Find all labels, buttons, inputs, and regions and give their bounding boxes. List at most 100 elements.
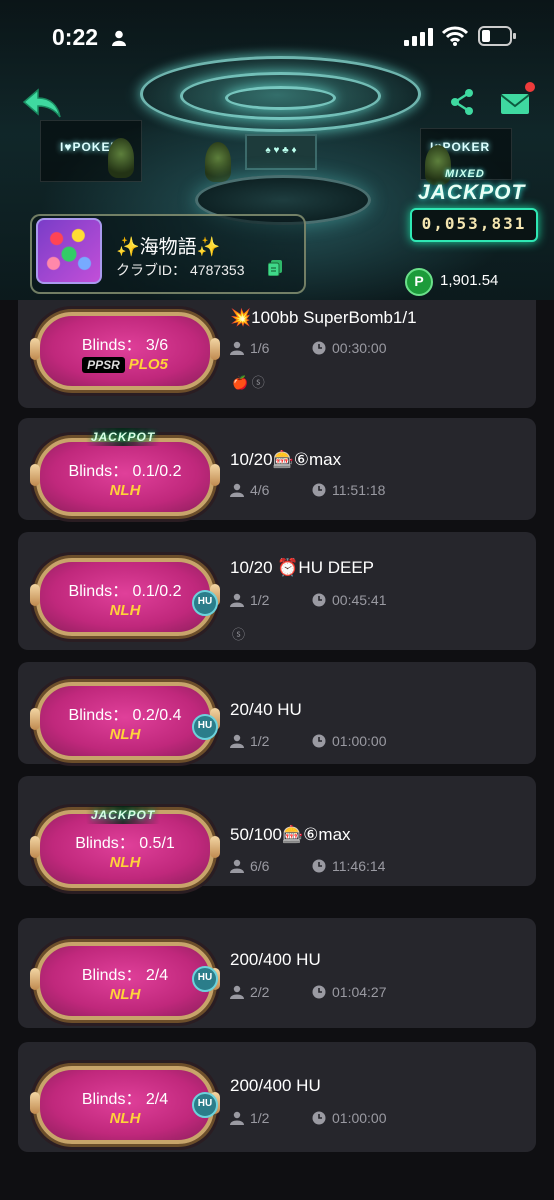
game-type: PPSR PLO5 bbox=[40, 356, 210, 373]
game-type-label: NLH bbox=[109, 1110, 141, 1127]
person-icon bbox=[230, 734, 244, 748]
table-list[interactable]: Blinds： 3/6 PPSR PLO5 💥100bb SuperBomb1/1… bbox=[0, 300, 554, 1200]
game-type-label: NLH bbox=[109, 986, 141, 1003]
clock-icon bbox=[312, 593, 326, 607]
blinds-badge: Blinds： 2/4 NLH bbox=[30, 942, 220, 1020]
share-icon[interactable] bbox=[449, 88, 475, 116]
badge-ornament bbox=[30, 708, 40, 730]
table-title: 200/400 HU bbox=[230, 1076, 321, 1095]
person-icon bbox=[230, 859, 244, 873]
blinds-label: Blinds： 0.1/0.2 bbox=[68, 583, 182, 600]
game-type-label: NLH bbox=[109, 482, 141, 499]
status-time: 0:22 bbox=[52, 24, 99, 50]
notification-dot bbox=[525, 82, 535, 92]
blinds-badge: Blinds： 0.1/0.2 NLH bbox=[30, 558, 220, 636]
table-title: 10/20🎰⑥max bbox=[230, 450, 342, 469]
jackpot-counter[interactable]: 0,053,831 bbox=[410, 208, 538, 242]
badge-ornament bbox=[210, 338, 220, 360]
blinds-badge: Blinds： 3/6 PPSR PLO5 bbox=[30, 312, 220, 390]
blinds-label: Blinds： 2/4 bbox=[81, 1091, 169, 1108]
person-icon bbox=[230, 593, 244, 607]
copy-icon[interactable] bbox=[268, 260, 282, 276]
ceiling-light-ring bbox=[225, 86, 336, 110]
person-icon bbox=[230, 483, 244, 497]
game-type-label: NLH bbox=[109, 726, 141, 743]
player-count: 1/2 bbox=[250, 592, 270, 608]
table-time: 00:30:00 bbox=[332, 340, 387, 356]
blinds-badge: Blinds： 2/4 NLH bbox=[30, 1066, 220, 1144]
club-avatar[interactable] bbox=[36, 218, 102, 284]
clock-icon bbox=[312, 341, 326, 355]
table-title: 200/400 HU bbox=[230, 950, 321, 969]
badge-ornament bbox=[30, 464, 40, 486]
heads-up-badge: HU bbox=[192, 590, 218, 616]
status-bar: 0:22 bbox=[0, 0, 554, 70]
table-meta: 2/2 01:04:27 bbox=[230, 984, 387, 1000]
table-time: 11:51:18 bbox=[332, 482, 386, 498]
blinds-label: Blinds： 0.1/0.2 bbox=[68, 463, 182, 480]
badge-ornament bbox=[30, 836, 40, 858]
table-time: 00:45:41 bbox=[332, 592, 387, 608]
player-count: 4/6 bbox=[250, 482, 270, 498]
jackpot-tag: JACKPOT bbox=[86, 806, 160, 824]
table-title: 50/100🎰⑥max bbox=[230, 825, 351, 844]
clock-icon bbox=[312, 483, 326, 497]
jackpot-mixed-label: MIXED bbox=[445, 168, 485, 180]
player-count: 2/2 bbox=[250, 984, 270, 1000]
game-type-label: NLH bbox=[109, 602, 141, 619]
mail-icon[interactable] bbox=[500, 92, 530, 116]
blinds-badge: Blinds： 0.2/0.4 NLH bbox=[30, 682, 220, 760]
badge-ornament bbox=[210, 464, 220, 486]
jackpot-tag: JACKPOT bbox=[86, 428, 160, 446]
badge-ornament bbox=[30, 584, 40, 606]
badge-ornament bbox=[30, 1092, 40, 1114]
blinds-badge: Blinds： 0.1/0.2 NLH bbox=[30, 438, 220, 516]
club-id-value: 4787353 bbox=[190, 262, 245, 278]
back-arrow-icon[interactable] bbox=[22, 86, 62, 120]
clock-icon bbox=[312, 1111, 326, 1125]
table-tags: ⓢ bbox=[232, 627, 246, 642]
battery-icon bbox=[478, 26, 516, 46]
club-id-label: クラブID： bbox=[116, 262, 186, 278]
blinds-label: Blinds： 2/4 bbox=[81, 967, 169, 984]
table-time: 11:46:14 bbox=[332, 858, 386, 874]
player-count: 1/2 bbox=[250, 1110, 270, 1126]
table-meta: 4/6 11:51:18 bbox=[230, 482, 385, 498]
table-time: 01:00:00 bbox=[332, 733, 387, 749]
player-count: 6/6 bbox=[250, 858, 270, 874]
table-meta: 1/2 00:45:41 bbox=[230, 592, 387, 608]
plant-decoration bbox=[205, 142, 231, 182]
table-tags: 🍎 ⓢ bbox=[232, 375, 265, 390]
club-id: クラブID： 4787353 bbox=[116, 260, 245, 280]
badge-ornament bbox=[30, 968, 40, 990]
person-icon bbox=[230, 985, 244, 999]
wall-screen: ♠ ♥ ♣ ♦ bbox=[245, 134, 317, 170]
player-count: 1/6 bbox=[250, 340, 270, 356]
blinds-label: Blinds： 0.2/0.4 bbox=[68, 707, 182, 724]
person-icon bbox=[230, 341, 244, 355]
cellular-signal-icon bbox=[404, 28, 433, 46]
clock-icon bbox=[312, 985, 326, 999]
game-type-label: NLH bbox=[109, 854, 141, 871]
heads-up-badge: HU bbox=[192, 966, 218, 992]
clock-icon bbox=[312, 734, 326, 748]
club-name: ✨海物語✨ bbox=[116, 237, 221, 258]
badge-ornament bbox=[210, 836, 220, 858]
plant-decoration bbox=[108, 138, 134, 178]
table-meta: 1/2 01:00:00 bbox=[230, 733, 387, 749]
heads-up-badge: HU bbox=[192, 1092, 218, 1118]
clock-icon bbox=[312, 859, 326, 873]
heads-up-badge: HU bbox=[192, 714, 218, 740]
game-type-label: PLO5 bbox=[128, 356, 168, 373]
table-title: 💥100bb SuperBomb1/1 bbox=[230, 308, 417, 327]
table-meta: 1/6 00:30:00 bbox=[230, 340, 387, 356]
player-count: 1/2 bbox=[250, 733, 270, 749]
table-meta: 1/2 01:00:00 bbox=[230, 1110, 387, 1126]
club-balance: 1,901.54 bbox=[440, 272, 499, 289]
wifi-icon bbox=[442, 26, 468, 46]
table-title: 10/20 ⏰HU DEEP bbox=[230, 558, 375, 577]
blinds-label: Blinds： 3/6 bbox=[81, 337, 169, 354]
table-title: 20/40 HU bbox=[230, 700, 302, 719]
badge-ornament bbox=[30, 338, 40, 360]
coin-icon: P bbox=[405, 268, 433, 296]
